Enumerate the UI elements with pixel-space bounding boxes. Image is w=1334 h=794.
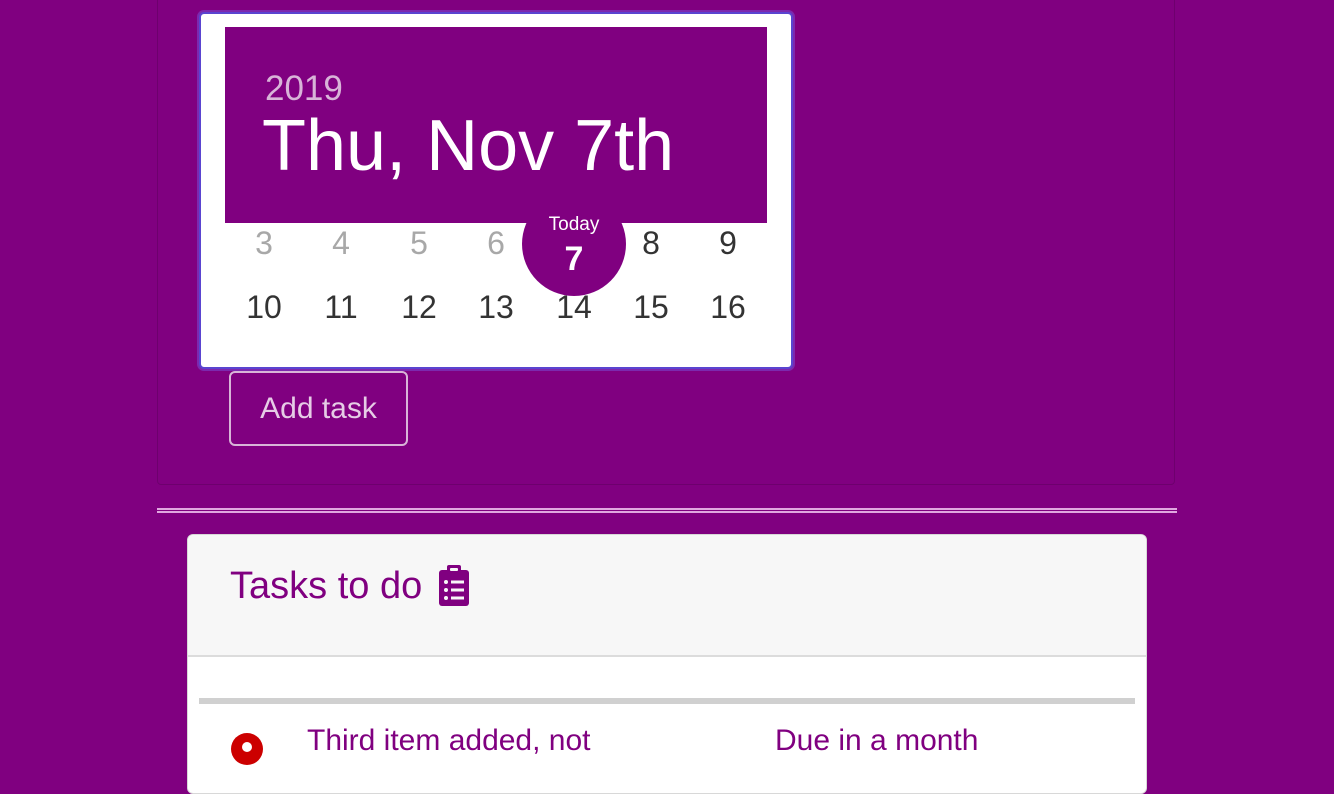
task-item-text[interactable]: Third item added, not [307,724,591,758]
calendar-day[interactable]: 13 [461,289,531,326]
calendar-day[interactable]: 8 [616,225,686,262]
tasks-title: Tasks to do [230,565,423,607]
date-picker-header: 2019 Thu, Nov 7th [225,27,767,223]
tasks-card: Tasks to do Third item added, not Due in… [187,534,1147,794]
calendar-day: 6 [487,225,505,261]
calendar-day: 3 [255,225,273,261]
calendar-day-today[interactable]: Today 7 [522,192,626,296]
today-label: Today [548,214,600,235]
calendar-day[interactable]: 16 [693,289,763,326]
calendar-day[interactable]: 9 [693,225,763,262]
calendar-day[interactable]: 10 [229,289,299,326]
calendar-day[interactable]: 11 [306,289,376,326]
calendar-day[interactable]: 15 [616,289,686,326]
add-task-button[interactable]: Add task [229,371,408,446]
section-divider [157,508,1177,513]
task-list-rule [199,698,1135,704]
date-picker-selected-date: Thu, Nov 7th [262,106,675,186]
alert-icon [231,733,263,765]
today-day-number: 7 [564,240,584,278]
calendar-day: 5 [410,225,428,261]
clipboard-list-icon [439,565,469,606]
task-item-due: Due in a month [775,724,979,757]
calendar-day[interactable]: 12 [384,289,454,326]
calendar-day[interactable]: 14 [539,289,609,326]
tasks-card-header: Tasks to do [188,535,1146,657]
calendar-day: 4 [332,225,350,261]
date-picker[interactable]: 2019 Thu, Nov 7th 3 4 5 6 Today 7 8 9 10… [199,12,793,369]
date-picker-year[interactable]: 2019 [265,69,343,109]
